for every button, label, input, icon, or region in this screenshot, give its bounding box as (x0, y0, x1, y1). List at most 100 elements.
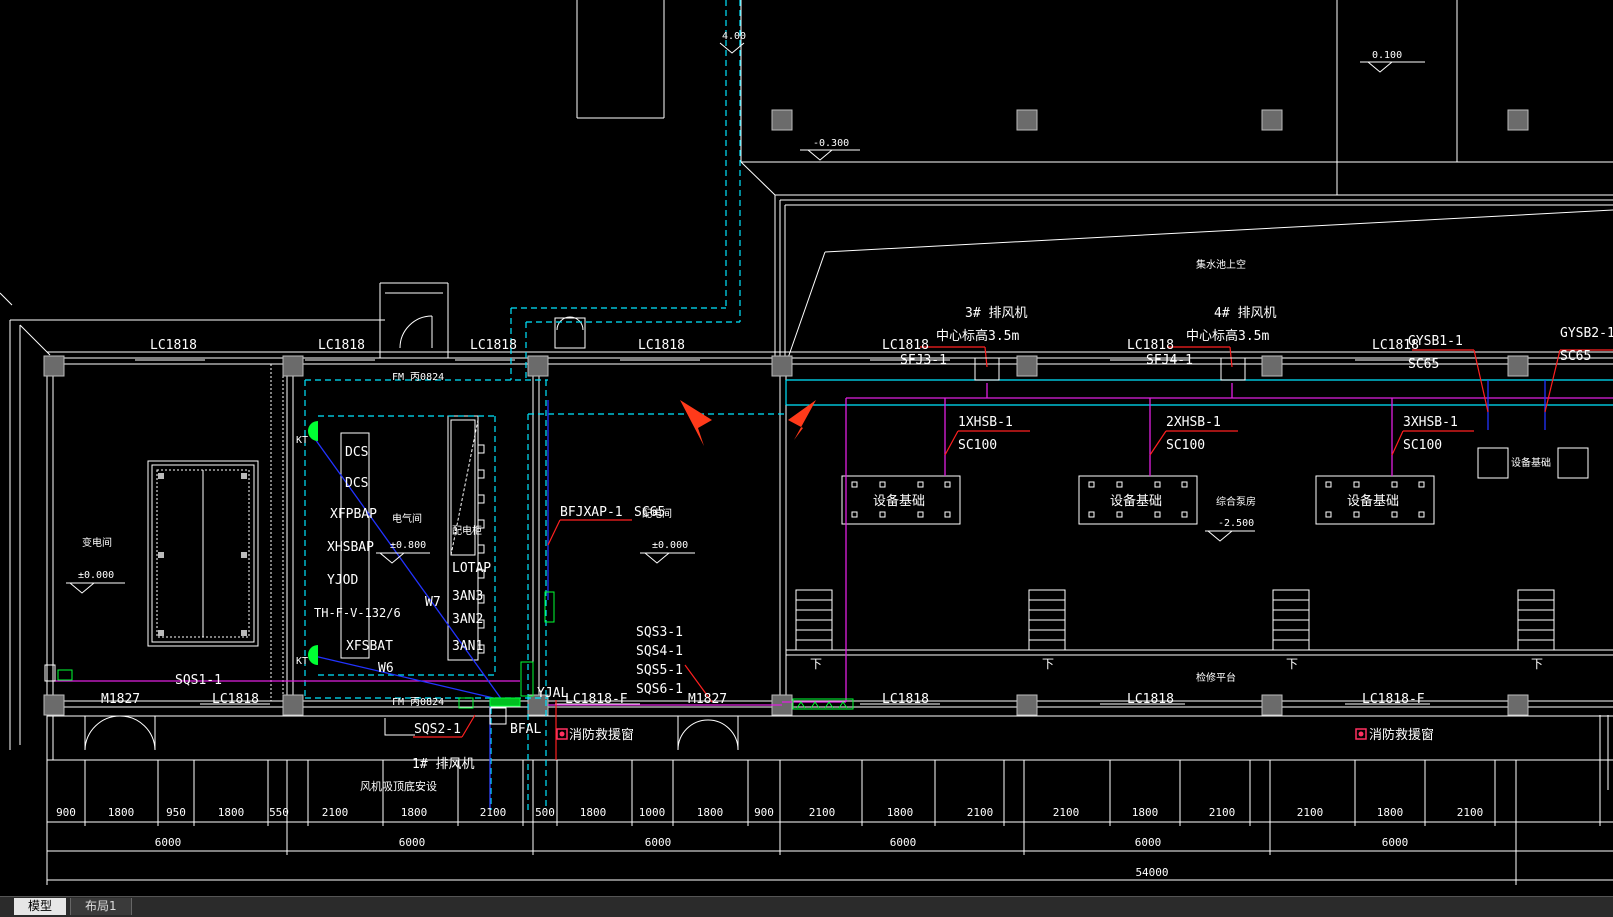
fire-window-label: 消防救援窗 (1369, 727, 1434, 743)
model-space-background (0, 0, 1613, 896)
label-bfal: BFAL (510, 722, 541, 737)
label-lc1818: LC1818 (150, 338, 197, 353)
room-label: 集水池上空 (1196, 258, 1246, 271)
dimension-value: 1800 (218, 806, 245, 819)
fan1-note: 风机吸顶底安设 (360, 779, 437, 793)
room-label: 变电间 (82, 536, 112, 549)
cable-sc100: SC100 (958, 438, 997, 453)
layout-tab-bar: 模型 布局1 (0, 896, 1613, 917)
label-lc1818: LC1818 (1127, 338, 1174, 353)
circuit-2xhsb: 2XHSB-1 (1166, 415, 1221, 430)
label-yjal: YJAL (537, 686, 568, 701)
equipment-label: 设备基础 (1110, 493, 1162, 509)
dimension-value: 1800 (580, 806, 607, 819)
room-label: 设备基础 (1511, 456, 1551, 469)
panel-label: TH-F-V-132/6 (314, 606, 401, 620)
dimension-value: 2100 (1297, 806, 1324, 819)
panel-label: XFPBAP (330, 507, 377, 522)
tab-model[interactable]: 模型 (14, 898, 67, 915)
cad-drawing-canvas[interactable]: LC1818 LC1818 LC1818 LC1818 LC1818 LC181… (0, 0, 1613, 896)
circuit-bfjxap: BFJXAP-1 (560, 505, 623, 520)
elevation-label: ±0.800 (390, 540, 426, 551)
panel-label: XHSBAP (327, 540, 374, 555)
stair-down-label: 下 (1286, 657, 1298, 671)
circuit-sqs4: SQS4-1 (636, 644, 683, 659)
dimension-value: 2100 (480, 806, 507, 819)
dimension-value: 1000 (639, 806, 666, 819)
label-lc1818: LC1818 (882, 338, 929, 353)
equipment-label: 设备基础 (873, 493, 925, 509)
dimension-value: 1800 (1132, 806, 1159, 819)
equipment-label: 设备基础 (1347, 493, 1399, 509)
fm-door-label: FM 丙0824 (392, 697, 444, 708)
elevation-label: 4.00 (722, 31, 746, 42)
stair-down-label: 下 (1531, 657, 1543, 671)
panel-label: 3AN3 (452, 589, 483, 604)
room-label: 电气间 (392, 512, 422, 525)
fan4-tag: SFJ4-1 (1146, 353, 1193, 368)
panel-label: 3AN1 (452, 639, 483, 654)
dimension-value: 900 (56, 806, 76, 819)
dimension-value: 2100 (809, 806, 836, 819)
dimension-value: 1800 (1377, 806, 1404, 819)
fan3-tag: SFJ3-1 (900, 353, 947, 368)
kt-label: KT (296, 656, 308, 667)
label-lc1818: LC1818 (638, 338, 685, 353)
dimension-value: 2100 (322, 806, 349, 819)
dimension-value: 6000 (1382, 836, 1409, 849)
fan3-height: 中心标高3.5m (936, 328, 1019, 344)
dimension-value: 900 (754, 806, 774, 819)
label-lc1818: LC1818 (212, 692, 259, 707)
label-lc1818: LC1818 (1127, 692, 1174, 707)
room-label: 配电柜 (452, 524, 482, 537)
cable-sc100: SC100 (1166, 438, 1205, 453)
panel-label: LOTAP (452, 561, 491, 576)
label-lc1818-f: LC1818-F (1362, 692, 1425, 707)
label-w7: W7 (425, 595, 441, 610)
dimension-value: 6000 (399, 836, 426, 849)
fan4-title: 4# 排风机 (1214, 306, 1276, 321)
cable-sc100: SC100 (1403, 438, 1442, 453)
elevation-label: -2.500 (1218, 518, 1254, 529)
dimension-value: 550 (269, 806, 289, 819)
circuit-sqs6: SQS6-1 (636, 682, 683, 697)
dimension-value: 2100 (1053, 806, 1080, 819)
panel-label: DCS (345, 476, 368, 491)
dimension-value: 6000 (155, 836, 182, 849)
dimension-value: 1800 (401, 806, 428, 819)
room-label: 检修平台 (1196, 671, 1236, 684)
kt-label: KT (296, 435, 308, 446)
elevation-label: ±0.000 (652, 540, 688, 551)
label-lc1818: LC1818 (318, 338, 365, 353)
tab-layout1[interactable]: 布局1 (70, 898, 132, 915)
cable-sc65: SC65 (1408, 357, 1439, 372)
fan4-height: 中心标高3.5m (1186, 328, 1269, 344)
dimension-value: 2100 (1457, 806, 1484, 819)
label-lc1818: LC1818 (882, 692, 929, 707)
fm-door-label: FM 丙0824 (392, 372, 444, 383)
fan3-title: 3# 排风机 (965, 306, 1027, 321)
stair-down-label: 下 (1042, 657, 1054, 671)
room-label: 综合泵房 (1216, 495, 1256, 508)
dimension-value: 6000 (645, 836, 672, 849)
panel-label: XFSBAT (346, 639, 393, 654)
dimension-value: 500 (535, 806, 555, 819)
elevation-label: 0.100 (1372, 50, 1402, 61)
elevation-label: ±0.000 (78, 570, 114, 581)
dimension-value: 1800 (108, 806, 135, 819)
circuit-sqs1: SQS1-1 (175, 673, 222, 688)
label-m1827: M1827 (101, 692, 140, 707)
dimension-value: 2100 (967, 806, 994, 819)
dimension-value: 950 (166, 806, 186, 819)
dimension-value: 1800 (887, 806, 914, 819)
circuit-1xhsb: 1XHSB-1 (958, 415, 1013, 430)
circuit-gysb1: GYSB1-1 (1408, 334, 1463, 349)
circuit-sqs3: SQS3-1 (636, 625, 683, 640)
dimension-value: 6000 (1135, 836, 1162, 849)
circuit-gysb2: GYSB2-1 (1560, 326, 1613, 341)
dimension-total: 54000 (1135, 866, 1168, 879)
dimension-value: 6000 (890, 836, 917, 849)
circuit-sqs5: SQS5-1 (636, 663, 683, 678)
panel-label: 3AN2 (452, 612, 483, 627)
fire-window-label: 消防救援窗 (569, 727, 634, 743)
